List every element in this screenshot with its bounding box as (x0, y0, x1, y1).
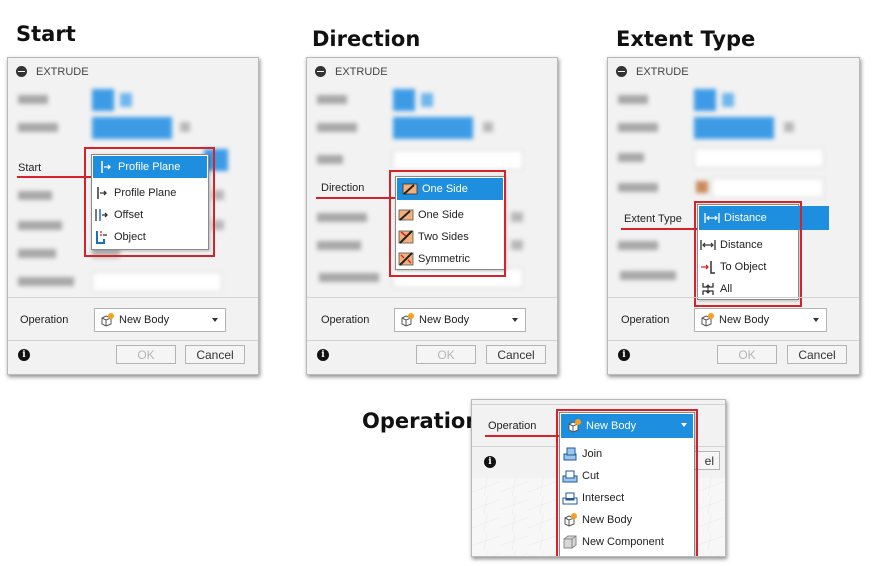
separator (8, 340, 258, 341)
highlight-underline (485, 435, 561, 437)
cancel-button[interactable]: Cancel (486, 345, 546, 364)
ok-button[interactable]: OK (116, 345, 176, 364)
highlight-underline (621, 228, 697, 230)
dialog-title: EXTRUDE (636, 65, 689, 78)
cancel-button[interactable]: Cancel (787, 345, 847, 364)
operation-value: New Body (719, 314, 770, 326)
operation-label: Operation (621, 314, 670, 326)
highlight-box (556, 409, 698, 556)
info-icon[interactable]: i (317, 349, 329, 361)
separator (608, 340, 859, 341)
extrude-dialog-extent-type: EXTRUDE Extent Type Distance Distance To… (607, 57, 860, 375)
operation-select[interactable]: New Body (394, 308, 526, 332)
blurred-row (307, 116, 557, 140)
dialog-header[interactable]: EXTRUDE (608, 58, 859, 85)
operation-row-label: Operation (488, 420, 537, 432)
operation-label: Operation (321, 314, 370, 326)
new-body-icon (399, 312, 415, 328)
ok-button[interactable]: OK (717, 345, 777, 364)
highlight-box (84, 147, 215, 257)
chevron-down-icon (212, 318, 218, 322)
operation-value: New Body (419, 314, 470, 326)
dialog-title: EXTRUDE (36, 65, 89, 78)
extrude-dialog-start: EXTRUDE Start Profile Plane Profile Plan… (7, 57, 259, 375)
info-icon[interactable]: i (18, 349, 30, 361)
dialog-header[interactable]: EXTRUDE (8, 58, 258, 85)
blurred-row (8, 116, 258, 140)
dialog-header[interactable]: EXTRUDE (307, 58, 557, 85)
info-icon[interactable]: i (618, 349, 630, 361)
highlight-underline (316, 197, 396, 199)
separator (472, 404, 725, 405)
blurred-row (8, 88, 258, 112)
extrude-dialog-direction: EXTRUDE Direction One Side One Side Two … (306, 57, 558, 375)
operation-value: New Body (119, 314, 170, 326)
operation-label: Operation (20, 314, 69, 326)
title-extent-type: Extent Type (616, 27, 756, 51)
new-body-icon (99, 312, 115, 328)
title-operation: Operation (362, 409, 481, 433)
separator (307, 340, 557, 341)
blurred-row (608, 146, 859, 170)
blurred-row (608, 116, 859, 140)
cancel-button[interactable]: Cancel (185, 345, 245, 364)
operation-select[interactable]: New Body (694, 308, 827, 332)
start-label: Start (18, 162, 42, 174)
blurred-row (608, 176, 859, 200)
collapse-icon[interactable] (616, 66, 627, 77)
chevron-down-icon (813, 318, 819, 322)
highlight-box (389, 170, 506, 277)
blurred-row (8, 270, 258, 294)
separator (8, 297, 258, 298)
extrude-dialog-operation: Operation i el New Body Join Cut Interse… (471, 399, 726, 557)
title-start: Start (16, 22, 76, 46)
operation-select[interactable]: New Body (94, 308, 226, 332)
extent-type-label: Extent Type (624, 213, 682, 225)
chevron-down-icon (512, 318, 518, 322)
dialog-title: EXTRUDE (335, 65, 388, 78)
ok-button[interactable]: OK (416, 345, 476, 364)
collapse-icon[interactable] (315, 66, 326, 77)
title-direction: Direction (312, 27, 421, 51)
collapse-icon[interactable] (16, 66, 27, 77)
info-icon[interactable]: i (484, 456, 496, 468)
blurred-row (608, 88, 859, 112)
highlight-box (694, 201, 802, 307)
highlight-underline (17, 176, 93, 178)
blurred-row (307, 88, 557, 112)
separator (307, 297, 557, 298)
blurred-row (307, 148, 557, 172)
new-body-icon (699, 312, 715, 328)
separator (608, 297, 859, 298)
direction-label: Direction (321, 182, 365, 194)
